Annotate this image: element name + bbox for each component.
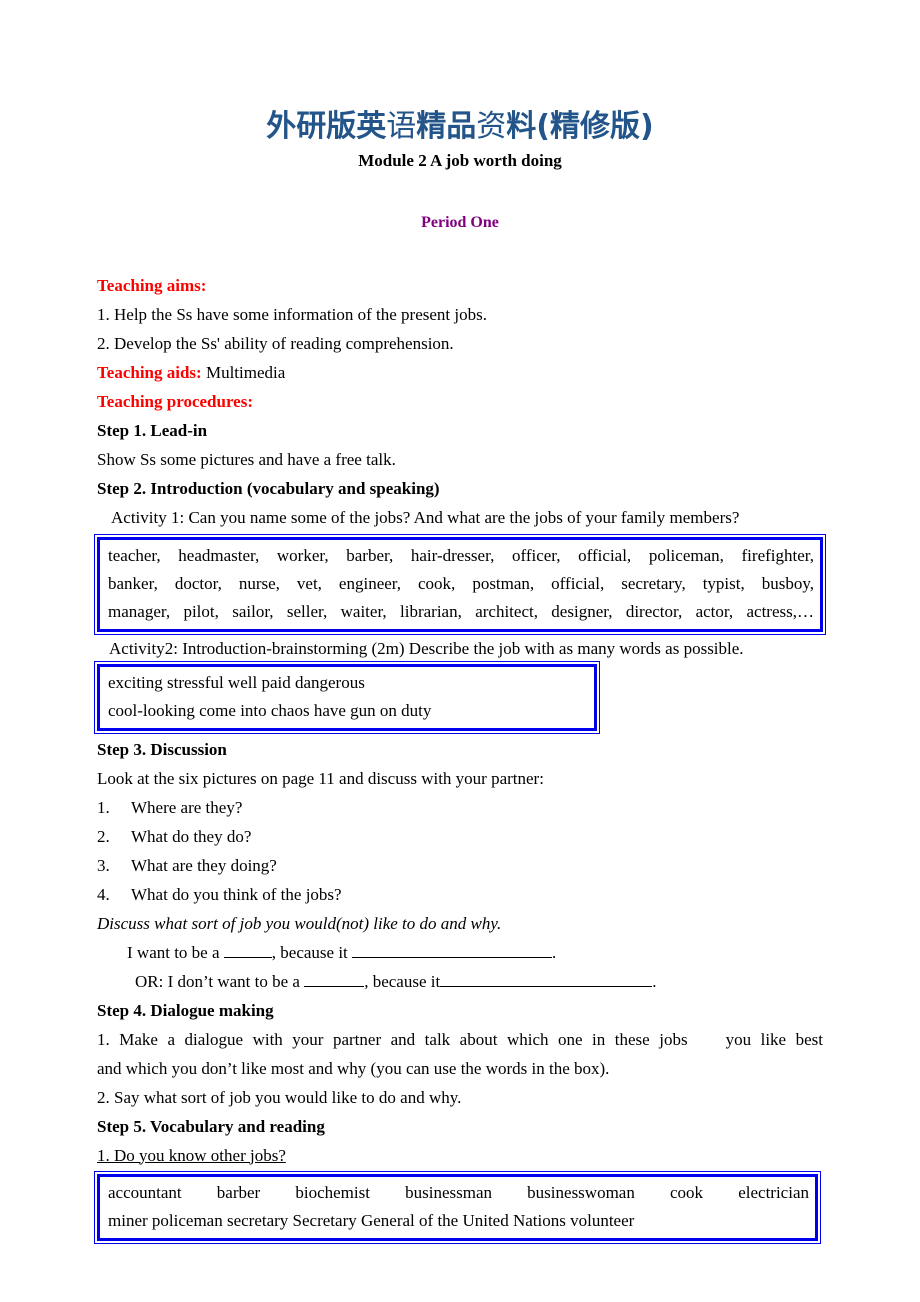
- list-item: 2. What do they do?: [97, 822, 823, 851]
- question-number: 1.: [97, 797, 110, 817]
- fill-in-2-mid: , because it: [364, 971, 441, 991]
- document-title-chinese: 外研版英语精品资料(精修版): [97, 0, 823, 143]
- teaching-aims-item-1: 1. Help the Ss have some information of …: [97, 304, 487, 324]
- step4-line-3: 2. Say what sort of job you would like t…: [97, 1087, 462, 1107]
- blank-field-reason-2[interactable]: [440, 985, 653, 987]
- teaching-procedures-heading: Teaching procedures:: [97, 391, 254, 411]
- teaching-aims-heading: Teaching aims:: [97, 275, 207, 295]
- step4-line-1: 1. Make a dialogue with your partner and…: [97, 1029, 823, 1049]
- fill-in-1-prefix: I want to be a: [127, 942, 224, 962]
- step4-line-2: and which you don’t like most and why (y…: [97, 1058, 610, 1078]
- question-text: What are they doing?: [131, 855, 277, 875]
- adjectives-box-line-2: cool-looking come into chaos have gun on…: [108, 700, 432, 720]
- fill-in-1-suffix: .: [552, 942, 557, 962]
- other-jobs-box-line-2: miner policeman secretary Secretary Gene…: [108, 1210, 635, 1230]
- jobs-box-line-3: manager, pilot, sailor, seller, waiter, …: [108, 601, 814, 621]
- period-heading: Period One: [421, 214, 499, 232]
- step3-heading: Step 3. Discussion: [97, 739, 227, 759]
- fill-in-1-mid: , because it: [271, 942, 353, 962]
- question-number: 4.: [97, 884, 110, 904]
- step3-intro: Look at the six pictures on page 11 and …: [97, 768, 544, 788]
- fill-in-2-suffix: .: [652, 971, 657, 991]
- step2-activity2: Activity2: Introduction-brainstorming (2…: [109, 638, 744, 658]
- teaching-aids-value: Multimedia: [205, 362, 286, 382]
- title-part-1: 外研版英: [266, 109, 387, 144]
- step3-discuss-prompt: Discuss what sort of job you would(not) …: [97, 913, 502, 933]
- list-item: 4. What do you think of the jobs?: [97, 880, 823, 909]
- question-number: 3.: [97, 855, 110, 875]
- title-part-5: 料(精修版): [506, 109, 654, 144]
- blank-field-job-2[interactable]: [304, 985, 365, 987]
- blank-field-reason-1[interactable]: [352, 956, 553, 958]
- title-part-2: 语: [386, 109, 417, 144]
- step2-heading: Step 2. Introduction (vocabulary and spe…: [97, 478, 440, 498]
- step4-heading: Step 4. Dialogue making: [97, 1000, 274, 1020]
- step5-heading: Step 5. Vocabulary and reading: [97, 1116, 325, 1136]
- other-jobs-box-line-1: accountant barber biochemist businessman…: [108, 1182, 809, 1202]
- teaching-aids-label: Teaching aids:: [97, 362, 202, 382]
- adjectives-word-box: exciting stressful well paid dangerous c…: [94, 660, 600, 734]
- blank-field-job-1[interactable]: [223, 956, 272, 958]
- question-text: What do they do?: [131, 826, 252, 846]
- other-jobs-word-box: accountant barber biochemist businessman…: [94, 1170, 821, 1244]
- fill-in-sentence-2: OR: I don’t want to be a , because it.: [97, 967, 823, 996]
- step5-question: 1. Do you know other jobs?: [97, 1145, 286, 1165]
- list-item: 3. What are they doing?: [97, 851, 823, 880]
- step3-question-list: 1. Where are they? 2. What do they do? 3. W…: [97, 793, 823, 909]
- question-number: 2.: [97, 826, 110, 846]
- list-item: 1. Where are they?: [97, 793, 823, 822]
- lesson-body: Teaching aims: 1. Help the Ss have some …: [94, 233, 826, 1244]
- jobs-box-line-1: teacher, headmaster, worker, barber, hai…: [108, 545, 814, 565]
- teaching-aims-item-2: 2. Develop the Ss' ability of reading co…: [97, 333, 454, 353]
- question-text: Where are they?: [131, 797, 243, 817]
- jobs-word-box: teacher, headmaster, worker, barber, hai…: [94, 533, 826, 635]
- module-title: Module 2 A job worth doing: [358, 151, 562, 170]
- step2-activity1: Activity 1: Can you name some of the job…: [111, 507, 740, 527]
- question-text: What do you think of the jobs?: [131, 884, 342, 904]
- fill-in-sentence-1: I want to be a , because it .: [97, 938, 823, 967]
- title-part-4: 资: [476, 109, 507, 144]
- title-part-3: 精品: [416, 109, 477, 144]
- adjectives-box-line-1: exciting stressful well paid dangerous: [108, 672, 365, 692]
- step1-heading: Step 1. Lead-in: [97, 420, 208, 440]
- teaching-aids-row: Teaching aids: Multimedia: [97, 358, 823, 387]
- jobs-box-line-2: banker, doctor, nurse, vet, engineer, co…: [108, 573, 814, 593]
- step1-body: Show Ss some pictures and have a free ta…: [97, 449, 396, 469]
- fill-in-2-prefix: OR: I don’t want to be a: [135, 971, 305, 991]
- document-page: 外研版英语精品资料(精修版) Module 2 A job worth doin…: [0, 0, 920, 1302]
